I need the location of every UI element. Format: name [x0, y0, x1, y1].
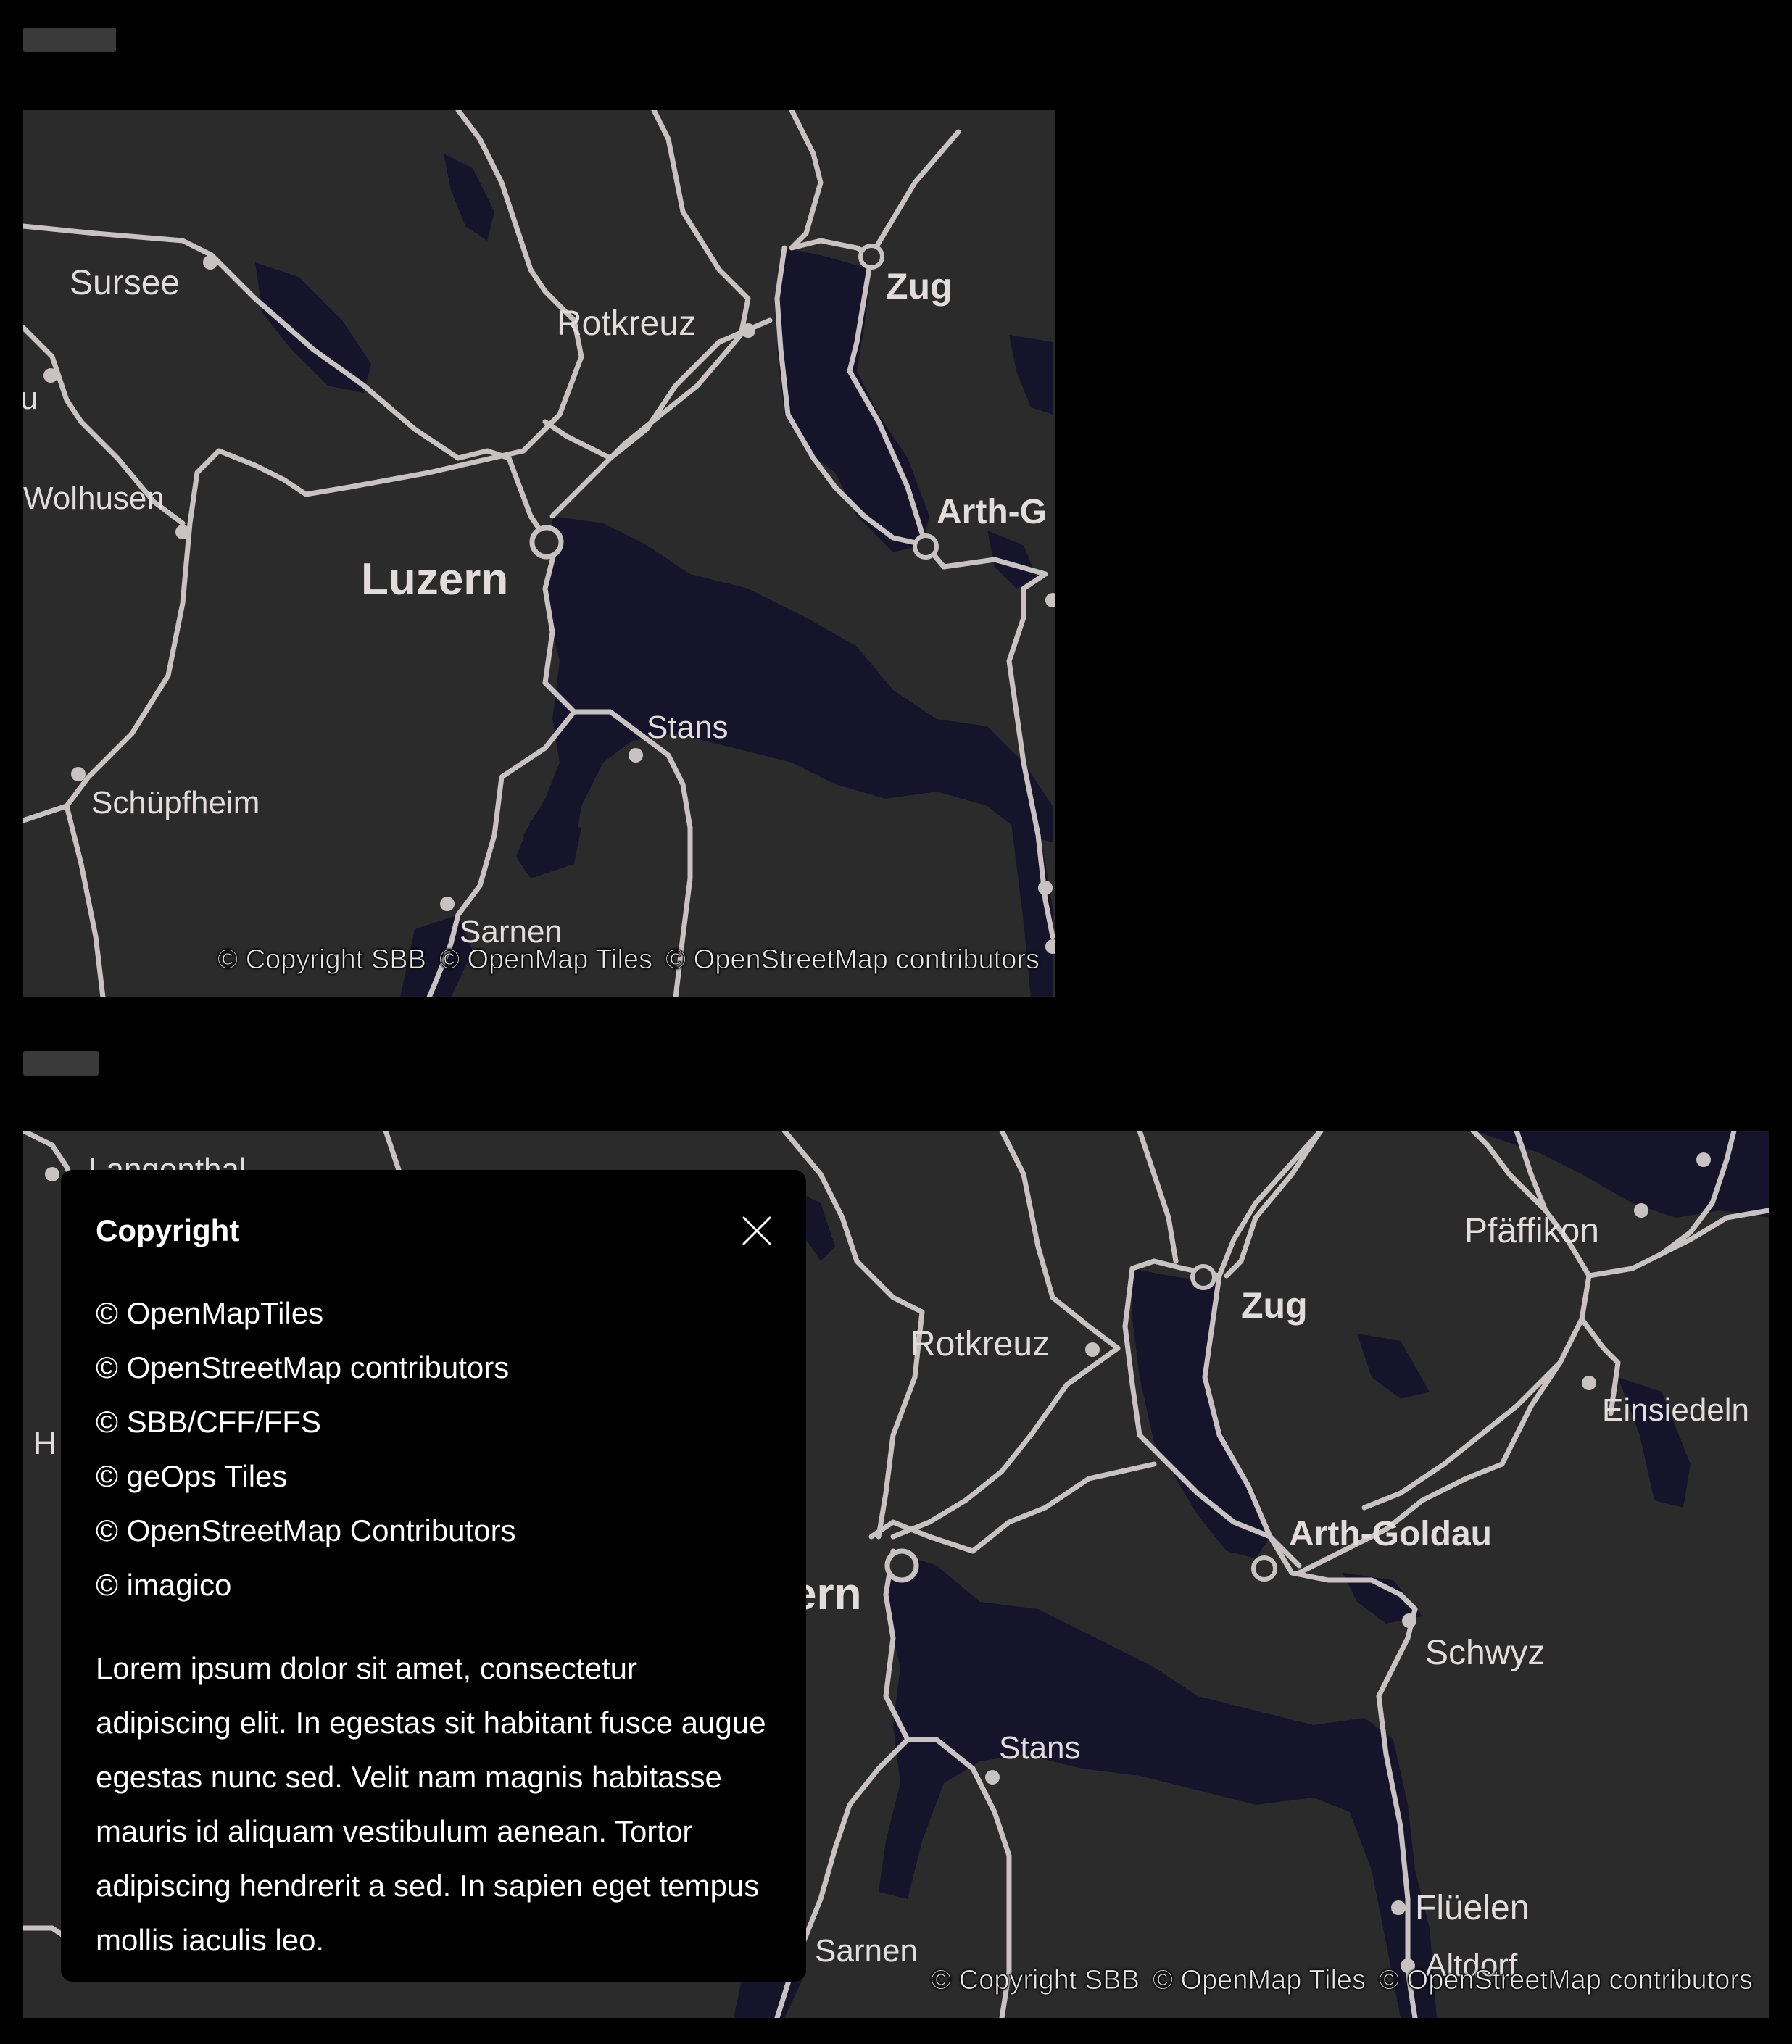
map-canvas: Sursee Rotkreuz Zug Wolhusen Arth-G Luze… [23, 110, 1055, 997]
map-label: Stans [647, 710, 729, 745]
attribution-osm[interactable]: © OpenStreetMap contributors [665, 944, 1040, 976]
close-icon [742, 1216, 771, 1245]
map-label: Arth-G [937, 493, 1047, 531]
lake-alpnach [516, 820, 581, 878]
copyright-item: © OpenStreetMap contributors [96, 1350, 510, 1384]
map-label: Pfäffikon [1464, 1212, 1599, 1250]
lake-lucerne [523, 516, 1053, 864]
map-label: Einsiedeln [1602, 1392, 1749, 1428]
copyright-item: © SBB/CFF/FFS [96, 1405, 321, 1439]
map-label: Schwyz [1425, 1634, 1545, 1672]
map-label: Arth-Goldau [1289, 1515, 1492, 1553]
map-attribution[interactable]: © Copyright SBB © OpenMap Tiles © OpenStre… [918, 1965, 1754, 1996]
map-label: Luzern [361, 554, 508, 605]
lake-sempach [255, 262, 371, 393]
attribution-openmaptiles[interactable]: © OpenMap Tiles [439, 944, 652, 976]
map-label: Wolhusen [23, 481, 165, 516]
map-label: u [23, 381, 38, 416]
map-attribution[interactable]: © Copyright SBB © OpenMap Tiles © OpenStre… [204, 944, 1040, 976]
map-label: Sursee [70, 264, 180, 302]
copyright-item: © geOps Tiles [96, 1459, 288, 1493]
map-label: Zug [1241, 1285, 1308, 1326]
close-button[interactable] [737, 1210, 777, 1251]
map-label: Zug [886, 266, 953, 307]
attribution-osm[interactable]: © OpenStreetMap contributors [1379, 1965, 1754, 1996]
lake-baldegg [444, 154, 494, 241]
map-label: Schüpfheim [91, 785, 260, 820]
popup-body-text: Lorem ipsum dolor sit amet, consectetur … [96, 1651, 766, 1957]
copyright-list: © OpenMapTiles © OpenStreetMap contribut… [96, 1286, 771, 1612]
map-label: Stans [999, 1730, 1081, 1766]
copyright-item: © OpenStreetMap Contributors [96, 1513, 516, 1547]
popup-title: Copyright [96, 1213, 240, 1247]
lake-aegeri [1009, 335, 1053, 415]
map-label: Flüelen [1415, 1889, 1529, 1927]
attribution-sbb[interactable]: © Copyright SBB [931, 1965, 1140, 1996]
map-label: Rotkreuz [557, 304, 696, 343]
section-label-1 [23, 28, 116, 52]
map-label: H [33, 1426, 57, 1461]
map-label: Sarnen [815, 1933, 918, 1969]
section-label-2 [23, 1051, 99, 1076]
lake-aegeri [1357, 1334, 1430, 1399]
map-label: Rotkreuz [910, 1325, 1050, 1363]
copyright-item: © OpenMapTiles [96, 1296, 324, 1330]
attribution-sbb[interactable]: © Copyright SBB [217, 944, 427, 976]
copyright-item: © imagico [96, 1568, 232, 1602]
lake-lucerne [879, 1551, 1437, 2018]
map-small[interactable]: Sursee Rotkreuz Zug Wolhusen Arth-G Luze… [23, 110, 1055, 997]
copyright-popup: Copyright © OpenMapTiles © OpenStreetMap… [61, 1170, 806, 1982]
attribution-openmaptiles[interactable]: © OpenMap Tiles [1152, 1965, 1366, 1996]
